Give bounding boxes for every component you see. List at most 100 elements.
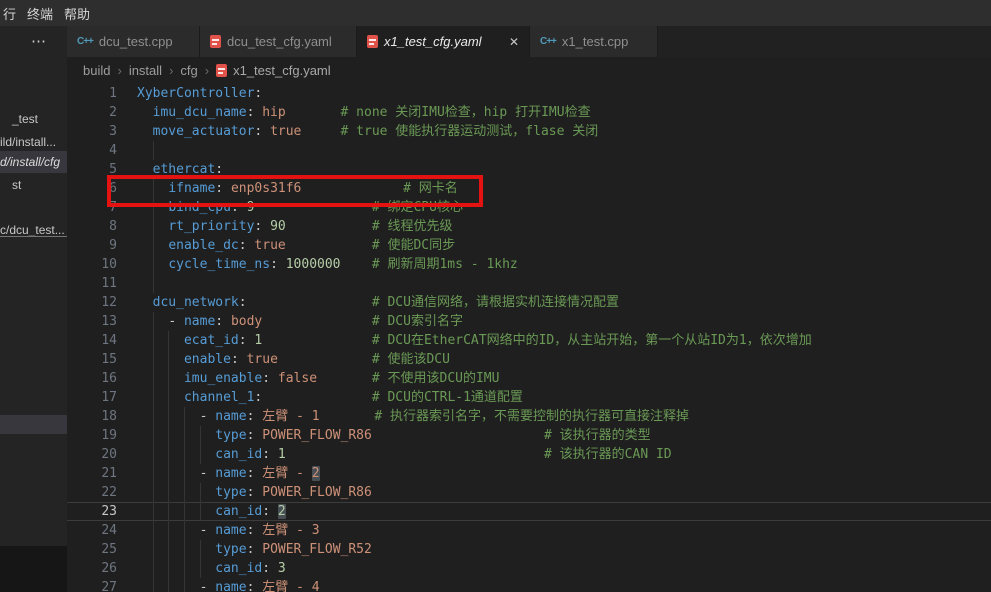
line-number: 15 [67,350,117,369]
code-line-6[interactable]: 6 ifname: enp0s31f6 # 网卡名 [67,179,991,198]
code-line-16[interactable]: 16 imu_enable: false # 不使用该DCU的IMU [67,369,991,388]
token [137,485,215,500]
token: # DCU的CTRL-1通道配置 [372,390,523,405]
indent-guide [153,521,154,540]
more-actions-icon[interactable]: ⋯ [31,32,47,50]
code-line-19[interactable]: 19 type: POWER_FLOW_R86 # 该执行器的类型 [67,426,991,445]
code-line-2[interactable]: 2 imu_dcu_name: hip # none 关闭IMU检查，hip 打… [67,103,991,122]
code-line-17[interactable]: 17 channel_1: # DCU的CTRL-1通道配置 [67,388,991,407]
token: 左臂 - 3 [262,523,319,538]
indent-guide [168,578,169,592]
token: : [262,447,278,462]
line-content: - name: 左臂 - 1 # 执行器索引名字，不需要控制的执行器可直接注释掉 [137,407,689,426]
sidebar-item-2[interactable]: d/install/cfg [0,151,67,173]
breadcrumb-item-install[interactable]: install [129,63,162,78]
sidebar-item-4[interactable]: c/dcu_test... [0,219,67,241]
token: false [278,371,317,386]
code-line-8[interactable]: 8 rt_priority: 90 # 线程优先级 [67,217,991,236]
token: imu_dcu_name [153,105,247,120]
token: - [200,523,216,538]
token [137,162,153,177]
token [341,257,372,272]
token: enp0s31f6 [231,181,301,196]
indent-guide [184,445,185,464]
indent-guide [153,236,154,255]
token: : [254,124,270,139]
token: name [215,466,246,481]
token: 左臂 - [262,466,311,481]
line-content: enable: true # 使能该DCU [137,350,450,369]
indent-guide [153,483,154,502]
line-content: channel_1: # DCU的CTRL-1通道配置 [137,388,523,407]
tab-dcu_test-cpp[interactable]: C++dcu_test.cpp [67,26,200,57]
indent-guide [184,426,185,445]
token: # true 使能执行器运动测试，flase 关闭 [341,124,599,139]
tab-dcu_test_cfg-yaml[interactable]: dcu_test_cfg.yaml [200,26,357,57]
token: bind_cpu [168,200,231,215]
line-number: 4 [67,141,117,160]
breadcrumb-item-cfg[interactable]: cfg [180,63,197,78]
line-number: 10 [67,255,117,274]
breadcrumb-item-build[interactable]: build [83,63,110,78]
code-line-22[interactable]: 22 type: POWER_FLOW_R86 [67,483,991,502]
code-line-24[interactable]: 24 - name: 左臂 - 3 [67,521,991,540]
code-line-21[interactable]: 21 - name: 左臂 - 2 [67,464,991,483]
token: : [262,371,278,386]
code-line-1[interactable]: 1XyberController: [67,84,991,103]
line-number: 8 [67,217,117,236]
indent-guide [168,426,169,445]
code-line-3[interactable]: 3 move_actuator: true # true 使能执行器运动测试，f… [67,122,991,141]
code-line-7[interactable]: 7 bind_cpu: 9 # 绑定CPU核心 [67,198,991,217]
line-content: - name: 左臂 - 4 [137,578,320,592]
close-icon[interactable]: ✕ [503,35,519,49]
sidebar-item-3[interactable]: st [0,174,67,196]
indent-guide [153,350,154,369]
code-line-4[interactable]: 4 [67,141,991,160]
sidebar-item-1[interactable]: ild/install... [0,131,67,153]
sidebar: ⋯ _testild/install...d/install/cfgst c/dc… [0,26,67,592]
line-content: bind_cpu: 9 # 绑定CPU核心 [137,198,463,217]
token: POWER_FLOW_R86 [262,485,372,500]
menu-item-2[interactable]: 帮助 [62,4,99,23]
tab-x1_test_cfg-yaml[interactable]: x1_test_cfg.yaml✕ [357,26,530,57]
breadcrumb-file[interactable]: x1_test_cfg.yaml [216,63,331,78]
code-line-10[interactable]: 10 cycle_time_ns: 1000000 # 刷新周期1ms - 1k… [67,255,991,274]
indent-guide [168,521,169,540]
code-line-20[interactable]: 20 can_id: 1 # 该执行器的CAN ID [67,445,991,464]
tab-bar: C++dcu_test.cppdcu_test_cfg.yamlx1_test_… [67,26,991,57]
menu-item-1[interactable]: 终端 [25,4,62,23]
code-line-5[interactable]: 5 ethercat: [67,160,991,179]
indent-guide [153,255,154,274]
token [137,124,153,139]
code-line-14[interactable]: 14 ecat_id: 1 # DCU在EtherCAT网络中的ID，从主站开始… [67,331,991,350]
token: can_id [215,561,262,576]
indent-guide [184,540,185,559]
token: : [262,561,278,576]
token: body [231,314,262,329]
code-line-15[interactable]: 15 enable: true # 使能该DCU [67,350,991,369]
code-line-12[interactable]: 12 dcu_network: # DCU通信网络，请根据实机连接情况配置 [67,293,991,312]
line-content: can_id: 2 [137,502,286,521]
yaml-icon [367,35,378,48]
indent-guide [153,274,154,293]
code-line-18[interactable]: 18 - name: 左臂 - 1 # 执行器索引名字，不需要控制的执行器可直接… [67,407,991,426]
code-line-27[interactable]: 27 - name: 左臂 - 4 [67,578,991,592]
code-editor[interactable]: 1XyberController:2 imu_dcu_name: hip # n… [67,84,991,592]
indent-guide [168,540,169,559]
tab-x1_test-cpp[interactable]: C++x1_test.cpp [530,26,658,57]
sidebar-item-0[interactable]: _test [0,108,67,130]
token: : [239,333,255,348]
code-line-9[interactable]: 9 enable_dc: true # 使能DC同步 [67,236,991,255]
code-line-13[interactable]: 13 - name: body # DCU索引名字 [67,312,991,331]
line-content: can_id: 3 [137,559,286,578]
code-line-11[interactable]: 11 [67,274,991,293]
token: can_id [215,504,262,519]
token: 1000000 [286,257,341,272]
line-number: 14 [67,331,117,350]
code-line-23[interactable]: 23 can_id: 2 [67,502,991,521]
menu-item-0[interactable]: 行 [1,4,25,23]
code-line-25[interactable]: 25 type: POWER_FLOW_R52 [67,540,991,559]
code-line-26[interactable]: 26 can_id: 3 [67,559,991,578]
token: # DCU索引名字 [372,314,463,329]
line-number: 22 [67,483,117,502]
